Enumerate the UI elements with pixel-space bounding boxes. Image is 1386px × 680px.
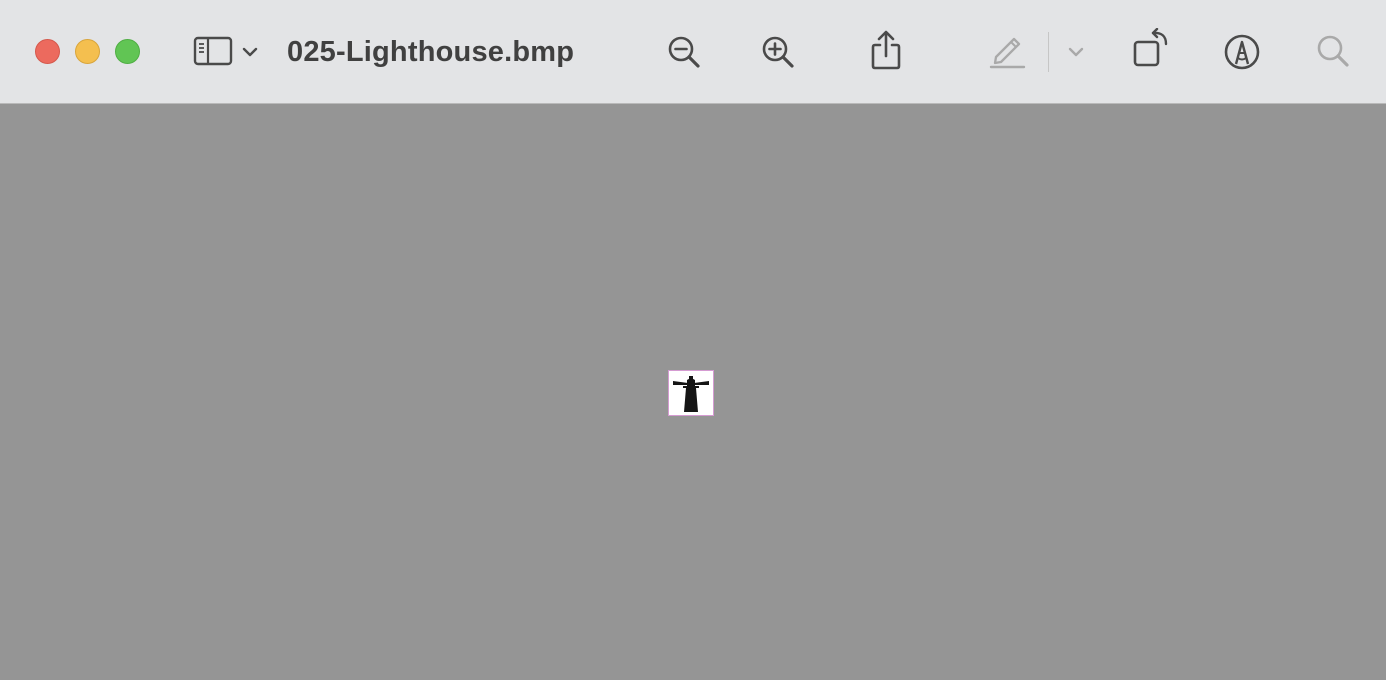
- search-icon: [1317, 35, 1349, 67]
- window-title: 025-Lighthouse.bmp: [287, 36, 575, 68]
- sidebar-icon: [193, 36, 233, 66]
- zoom-in-icon: [762, 36, 794, 68]
- rotate-icon: [1133, 28, 1168, 67]
- document-canvas[interactable]: [0, 104, 1386, 680]
- zoom-button[interactable]: [115, 39, 140, 64]
- markup-icon: [1224, 34, 1260, 70]
- search-button[interactable]: [1314, 32, 1352, 70]
- markup-button[interactable]: [1222, 32, 1262, 72]
- toolbar-divider: [1048, 32, 1049, 72]
- close-button[interactable]: [35, 39, 60, 64]
- highlight-button[interactable]: [986, 30, 1028, 70]
- share-button[interactable]: [866, 28, 906, 72]
- share-icon: [871, 30, 901, 70]
- rotate-button[interactable]: [1130, 28, 1172, 70]
- highlight-menu-button[interactable]: [1066, 42, 1086, 62]
- sidebar-menu-button[interactable]: [240, 42, 260, 62]
- pencil-icon: [989, 37, 1026, 69]
- preview-window: 025-Lighthouse.bmp: [0, 0, 1386, 680]
- chevron-down-icon: [242, 47, 258, 57]
- minimize-button[interactable]: [75, 39, 100, 64]
- chevron-down-icon: [1068, 47, 1084, 57]
- zoom-in-button[interactable]: [758, 32, 798, 72]
- toolbar: 025-Lighthouse.bmp: [0, 0, 1386, 104]
- document-image[interactable]: [668, 370, 714, 416]
- lighthouse-icon: [673, 376, 709, 412]
- zoom-out-icon: [668, 36, 700, 68]
- zoom-out-button[interactable]: [664, 32, 704, 72]
- sidebar-toggle-button[interactable]: [192, 34, 234, 68]
